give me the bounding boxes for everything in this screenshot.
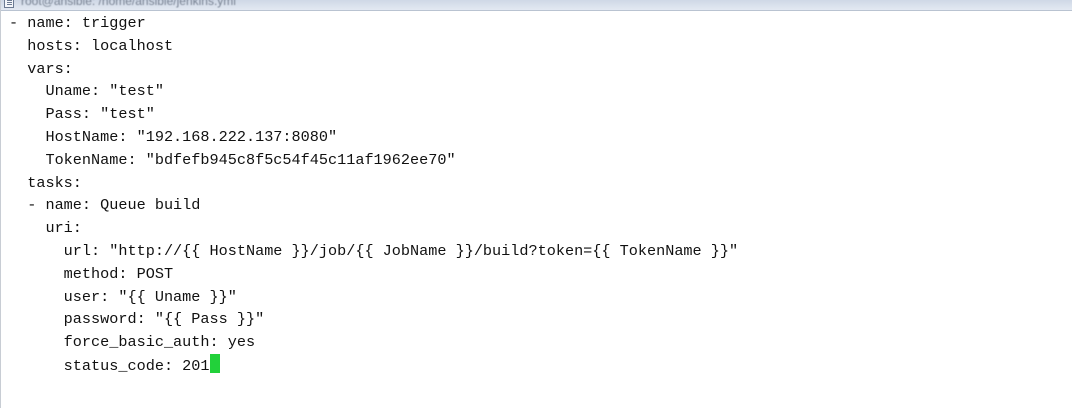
code-line-text: status_code: 201 <box>9 356 210 375</box>
code-line-text: vars: <box>9 59 73 78</box>
window-title: root@ansible: /home/ansible/jenkins.yml <box>21 0 236 8</box>
code-line-text: user: "{{ Uname }}" <box>9 287 237 306</box>
code-line: TokenName: "bdfefb945c8f5c54f45c11af1962… <box>9 149 1069 172</box>
code-line: force_basic_auth: yes <box>9 331 1069 354</box>
code-line-text: password: "{{ Pass }}" <box>9 310 265 329</box>
code-line-text: tasks: <box>9 173 82 192</box>
code-line: HostName: "192.168.222.137:8080" <box>9 126 1069 149</box>
code-line-text: hosts: localhost <box>9 36 174 55</box>
code-line: hosts: localhost <box>9 35 1069 58</box>
code-line: uri: <box>9 217 1069 240</box>
code-line: - name: trigger <box>9 12 1069 35</box>
code-line: user: "{{ Uname }}" <box>9 286 1069 309</box>
code-line-text: Uname: "test" <box>9 82 164 101</box>
title-bar[interactable]: root@ansible: /home/ansible/jenkins.yml <box>1 0 1072 11</box>
code-line-text: url: "http://{{ HostName }}/job/{{ JobNa… <box>9 241 739 260</box>
code-line-text: method: POST <box>9 264 174 283</box>
code-line: vars: <box>9 58 1069 81</box>
code-line-text: force_basic_auth: yes <box>9 333 256 352</box>
code-line: url: "http://{{ HostName }}/job/{{ JobNa… <box>9 240 1069 263</box>
text-cursor <box>209 353 220 373</box>
code-line: Pass: "test" <box>9 103 1069 126</box>
code-line-text: TokenName: "bdfefb945c8f5c54f45c11af1962… <box>9 150 456 169</box>
code-line-text: - name: trigger <box>9 14 146 32</box>
code-line: Uname: "test" <box>9 80 1069 103</box>
terminal-icon <box>4 0 14 8</box>
code-line: tasks: <box>9 172 1069 195</box>
code-line-text: - name: Queue build <box>9 196 201 215</box>
code-line-text: uri: <box>9 219 82 238</box>
code-line-text: HostName: "192.168.222.137:8080" <box>9 127 338 146</box>
terminal-window: root@ansible: /home/ansible/jenkins.yml … <box>0 0 1072 408</box>
code-line: method: POST <box>9 263 1069 286</box>
code-line: password: "{{ Pass }}" <box>9 308 1069 331</box>
code-line: - name: Queue build <box>9 194 1069 217</box>
text-editor[interactable]: - name: trigger hosts: localhost vars: U… <box>1 12 1069 408</box>
code-line-text: Pass: "test" <box>9 105 155 124</box>
code-line: status_code: 201 <box>9 353 1069 377</box>
